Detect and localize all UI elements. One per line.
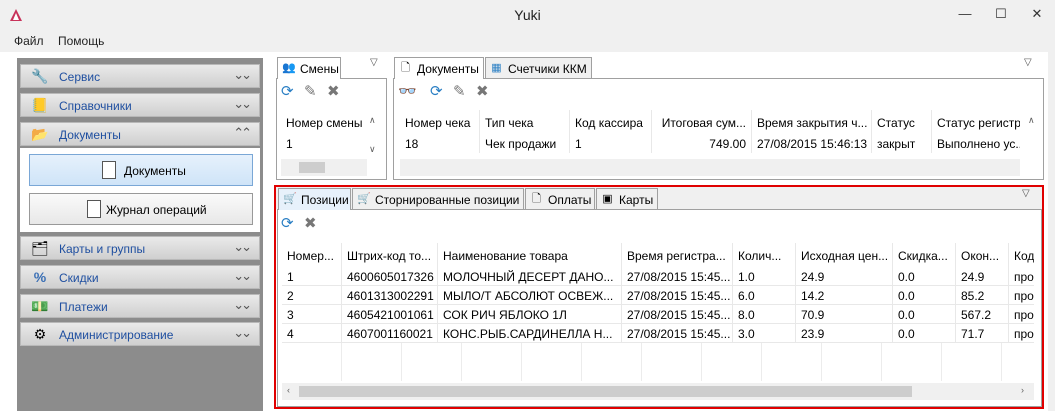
users-icon: 👥 xyxy=(282,62,296,74)
menu-file[interactable]: Файл xyxy=(14,34,44,48)
table-cell: 18 xyxy=(400,134,480,153)
percent-icon: % xyxy=(33,269,47,285)
scroll-down-icon[interactable]: ∨ xyxy=(369,144,376,155)
horizontal-scrollbar[interactable] xyxy=(281,159,367,176)
column-header[interactable]: Итоговая сум... xyxy=(652,110,752,134)
column-header[interactable]: Статус xyxy=(872,110,932,134)
table-cell: 27/08/2015 15:46:13 xyxy=(752,134,872,153)
nav-group-references[interactable]: 📒 Справочники ⌄⌄ xyxy=(20,93,260,117)
table-cell: Чек продажи xyxy=(480,134,570,153)
table-cell: 749.00 xyxy=(652,134,752,153)
nav-group-administration[interactable]: ⚙ Администрирование ⌄⌄ xyxy=(20,322,260,346)
tab-documents[interactable]: 🗋 Документы xyxy=(394,57,484,79)
nav-group-documents[interactable]: 📂 Документы ⌃⌃ xyxy=(20,122,260,146)
nav-item-label: Журнал операций xyxy=(106,203,207,217)
operations-journal-button[interactable]: Журнал операций xyxy=(29,193,253,225)
tab-label: Смены xyxy=(300,62,339,76)
nav-group-label: Платежи xyxy=(59,300,108,314)
chevron-down-icon: ⌄⌄ xyxy=(233,325,252,340)
scroll-up-icon[interactable]: ∧ xyxy=(369,115,376,126)
edit-icon[interactable]: ✎ xyxy=(453,84,466,100)
document-icon: 🗋 xyxy=(401,62,410,74)
nav-group-label: Администрирование xyxy=(59,328,174,342)
delete-icon[interactable]: ✖ xyxy=(476,84,489,100)
column-header[interactable]: Номер чека xyxy=(400,110,480,134)
highlight-frame xyxy=(274,185,1044,409)
chevron-up-icon: ⌃⌃ xyxy=(233,125,252,140)
table-cell: закрыт xyxy=(872,134,932,153)
panel-menu-icon[interactable]: ▽ xyxy=(1024,57,1032,68)
cards-icon: 🗂 xyxy=(31,240,49,256)
chevron-down-icon: ⌄⌄ xyxy=(233,297,252,312)
scroll-up-icon[interactable]: ∧ xyxy=(1028,115,1035,126)
chevron-down-icon: ⌄⌄ xyxy=(233,239,252,254)
document-icon xyxy=(87,200,101,218)
nav-item-label: Документы xyxy=(124,164,186,178)
nav-group-label: Карты и группы xyxy=(59,242,146,256)
table-cell: 1 xyxy=(570,134,652,153)
scrollbar-thumb[interactable] xyxy=(299,162,325,173)
view-icon[interactable]: 👓 xyxy=(398,84,417,100)
refresh-icon[interactable]: ⟳ xyxy=(430,84,443,100)
nav-group-cards[interactable]: 🗂 Карты и группы ⌄⌄ xyxy=(20,236,260,260)
table-row[interactable]: 1 xyxy=(281,134,367,153)
money-icon: 💵 xyxy=(31,298,49,314)
counter-icon: ▦ xyxy=(491,62,502,74)
window-title: Yuki xyxy=(514,7,541,23)
maximize-button[interactable]: ☐ xyxy=(984,3,1018,25)
close-button[interactable]: ✕ xyxy=(1020,3,1054,25)
title-bar: Yuki — ☐ ✕ xyxy=(0,0,1055,30)
nav-group-label: Справочники xyxy=(59,99,132,113)
chevron-down-icon: ⌄⌄ xyxy=(233,67,252,82)
nav-group-service[interactable]: 🔧 Сервис ⌄⌄ xyxy=(20,64,260,88)
edit-icon[interactable]: ✎ xyxy=(304,84,317,100)
column-header[interactable]: Время закрытия ч... xyxy=(752,110,872,134)
column-header[interactable]: Код кассира xyxy=(570,110,652,134)
book-icon: 📒 xyxy=(31,97,49,113)
column-header[interactable]: Номер смены xyxy=(281,110,367,134)
nav-group-label: Документы xyxy=(59,128,121,142)
tab-label: Счетчики ККМ xyxy=(508,62,587,76)
table-row[interactable] xyxy=(400,153,1020,158)
documents-icon: 📂 xyxy=(31,126,49,142)
column-header[interactable]: Статус регистр... xyxy=(932,110,1020,134)
tab-label: Документы xyxy=(417,62,479,76)
tab-shifts[interactable]: 👥 Смены xyxy=(277,57,341,79)
documents-table-header: Номер чека Тип чека Код кассира Итоговая… xyxy=(400,110,1020,134)
documents-nav-button[interactable]: Документы xyxy=(29,154,253,186)
menu-bar: Файл Помощь xyxy=(0,30,1055,52)
chevron-down-icon: ⌄⌄ xyxy=(233,268,252,283)
wrench-icon: 🔧 xyxy=(31,68,49,84)
document-icon xyxy=(102,161,116,179)
chevron-down-icon: ⌄⌄ xyxy=(233,96,252,111)
shifts-table-header: Номер смены xyxy=(281,110,367,134)
minimize-button[interactable]: — xyxy=(948,3,982,25)
gears-icon: ⚙ xyxy=(33,326,47,342)
delete-icon[interactable]: ✖ xyxy=(327,84,340,100)
nav-group-label: Сервис xyxy=(59,70,101,84)
table-cell: 1 xyxy=(286,137,293,151)
table-row[interactable]: 18 Чек продажи 1 749.00 27/08/2015 15:46… xyxy=(400,134,1020,153)
tab-kkm-counters[interactable]: ▦ Счетчики ККМ xyxy=(485,57,592,78)
horizontal-scrollbar[interactable] xyxy=(400,159,1020,176)
refresh-icon[interactable]: ⟳ xyxy=(281,84,294,100)
column-header[interactable]: Тип чека xyxy=(480,110,570,134)
table-cell: Выполнено ус... xyxy=(937,137,1020,151)
nav-group-label: Скидки xyxy=(59,271,99,285)
vertical-scrollbar[interactable] xyxy=(1048,52,1055,411)
menu-help[interactable]: Помощь xyxy=(58,34,104,48)
nav-group-payments[interactable]: 💵 Платежи ⌄⌄ xyxy=(20,294,260,318)
nav-group-discounts[interactable]: % Скидки ⌄⌄ xyxy=(20,265,260,289)
panel-menu-icon[interactable]: ▽ xyxy=(370,57,378,68)
